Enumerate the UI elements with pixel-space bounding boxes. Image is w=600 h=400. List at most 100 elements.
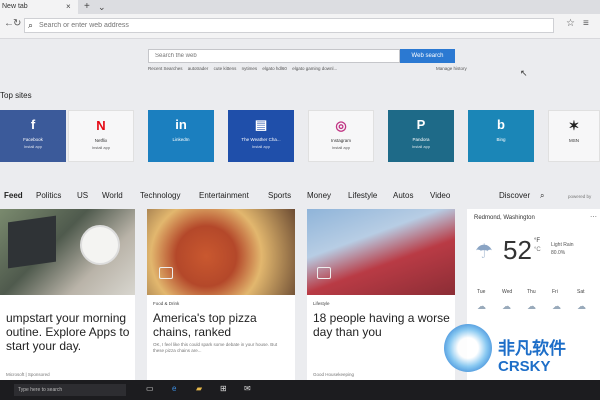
address-bar[interactable]: ⌕ bbox=[24, 18, 554, 33]
settings-icon[interactable]: ⋯ bbox=[590, 213, 597, 221]
top-site-tile-facebook[interactable]: f Facebook Install app bbox=[0, 110, 66, 162]
nav-item-video[interactable]: Video bbox=[430, 191, 450, 200]
watermark-cn: 非凡软件 bbox=[498, 339, 566, 358]
top-site-tile-bing[interactable]: b Bing bbox=[468, 110, 534, 162]
nav-item-us[interactable]: US bbox=[77, 191, 88, 200]
file-explorer-icon[interactable]: ▰ bbox=[196, 384, 202, 393]
top-sites-title: Top sites bbox=[0, 91, 32, 100]
install-app-label: Install app bbox=[251, 144, 271, 149]
reading-list-icon[interactable]: ☆ bbox=[566, 18, 575, 29]
tile-label: Instagram bbox=[330, 138, 351, 143]
nav-item-lifestyle[interactable]: Lifestyle bbox=[348, 191, 377, 200]
top-site-tile-msn[interactable]: ✶ MSN bbox=[548, 110, 600, 162]
card-title-line: 18 people having a worse bbox=[313, 311, 450, 325]
web-search-input[interactable] bbox=[155, 50, 395, 62]
card-title-line: America's top pizza bbox=[153, 311, 257, 325]
temperature: 52 bbox=[503, 235, 532, 265]
precipitation: 80.0% bbox=[551, 250, 566, 256]
powered-by-label: powered by bbox=[568, 194, 592, 199]
facebook-icon: f bbox=[30, 117, 36, 132]
mail-icon[interactable]: ✉ bbox=[244, 384, 251, 393]
card-title-line: chains, ranked bbox=[153, 325, 232, 339]
search-icon[interactable]: ⌕ bbox=[540, 191, 544, 201]
windows-taskbar: Type here to search ▭ e ▰ ⊞ ✉ bbox=[0, 380, 600, 400]
card-title: 18 people having a worse day than you bbox=[313, 311, 450, 339]
news-card[interactable]: umpstart your morning outine. Explore Ap… bbox=[0, 209, 135, 380]
refresh-icon[interactable]: ↻ bbox=[13, 18, 21, 29]
discover-link[interactable]: Discover bbox=[499, 191, 530, 200]
card-title: America's top pizza chains, ranked bbox=[153, 311, 257, 339]
mouse-cursor-icon: ↖ bbox=[520, 68, 528, 78]
recent-search-item[interactable]: cute kittens bbox=[214, 66, 237, 71]
recent-search-item[interactable]: elgato gaming downl... bbox=[292, 66, 337, 71]
task-view-icon[interactable]: ▭ bbox=[146, 384, 154, 393]
forecast-day: Fri bbox=[552, 289, 558, 295]
news-card[interactable]: Food & Drink America's top pizza chains,… bbox=[147, 209, 295, 380]
nav-item-autos[interactable]: Autos bbox=[393, 191, 413, 200]
coffee-cup-shape bbox=[80, 225, 120, 265]
temperature-unit-c[interactable]: °C bbox=[534, 247, 541, 253]
tile-label: The Weather Cha... bbox=[241, 137, 281, 142]
nav-item-money[interactable]: Money bbox=[307, 191, 331, 200]
new-tab-page: Web search Recent Searches autotrader cu… bbox=[0, 39, 600, 381]
rain-cloud-icon: ☂ bbox=[475, 241, 493, 263]
laptop-shape bbox=[8, 215, 56, 269]
search-icon: ⌕ bbox=[28, 20, 34, 30]
recent-search-item[interactable]: nytimes bbox=[242, 66, 258, 71]
top-site-tile-netflix[interactable]: N Netflix Install app bbox=[68, 110, 134, 162]
recent-search-item[interactable]: autotrader bbox=[188, 66, 209, 71]
image-gallery-icon bbox=[159, 267, 173, 279]
card-image bbox=[0, 209, 135, 295]
top-site-tile-instagram[interactable]: ◎ Instagram Install app bbox=[308, 110, 374, 162]
temperature-unit-f[interactable]: °F bbox=[534, 238, 540, 244]
card-source: Microsoft | Sponsored bbox=[6, 372, 50, 377]
new-tab-button[interactable]: + bbox=[84, 0, 90, 14]
taskbar-search[interactable]: Type here to search bbox=[14, 384, 126, 396]
store-icon[interactable]: ⊞ bbox=[220, 384, 227, 393]
forecast-day: Wed bbox=[502, 289, 513, 295]
nav-item-entertainment[interactable]: Entertainment bbox=[199, 191, 249, 200]
pandora-icon: P bbox=[416, 117, 426, 132]
top-site-tile-weather-channel[interactable]: ▤ The Weather Cha... Install app bbox=[228, 110, 294, 162]
tab-close-icon[interactable]: × bbox=[66, 0, 71, 14]
card-title-line: outine. Explore Apps to bbox=[6, 325, 130, 339]
linkedin-icon: in bbox=[175, 117, 187, 132]
nav-item-feed[interactable]: Feed bbox=[4, 191, 23, 200]
weather-location: Redmond, Washington bbox=[474, 215, 535, 221]
recent-searches: Recent Searches autotrader cute kittens … bbox=[148, 66, 468, 71]
nav-item-world[interactable]: World bbox=[102, 191, 123, 200]
weather-channel-icon: ▤ bbox=[254, 117, 268, 132]
address-input[interactable] bbox=[39, 19, 539, 32]
bing-icon: b bbox=[497, 117, 505, 132]
web-search-button[interactable]: Web search bbox=[400, 49, 455, 63]
install-app-label: Install app bbox=[331, 145, 351, 150]
tile-label: LinkedIn bbox=[172, 137, 190, 142]
card-source: Good Housekeeping bbox=[313, 372, 355, 377]
recent-search-item[interactable]: elgato hdl60 bbox=[262, 66, 287, 71]
address-toolbar: ← ↻ ⌕ ☆ ≡ bbox=[0, 14, 600, 39]
nav-item-sports[interactable]: Sports bbox=[268, 191, 291, 200]
tile-label: Netflix bbox=[94, 138, 108, 143]
forecast-cloud-icon: ☁ bbox=[577, 301, 586, 311]
news-card[interactable]: Lifestyle 18 people having a worse day t… bbox=[307, 209, 455, 380]
tile-label: Facebook bbox=[23, 137, 43, 142]
card-category: Lifestyle bbox=[313, 301, 330, 306]
top-site-tile-linkedin[interactable]: in LinkedIn bbox=[148, 110, 214, 162]
card-image bbox=[307, 209, 455, 295]
tab-list-chevron-icon[interactable]: ⌄ bbox=[98, 0, 106, 14]
top-site-tile-pandora[interactable]: P Pandora Install app bbox=[388, 110, 454, 162]
edge-icon[interactable]: e bbox=[172, 384, 176, 393]
tab-title: New tab bbox=[2, 3, 28, 10]
nav-item-technology[interactable]: Technology bbox=[140, 191, 180, 200]
forecast-day: Tue bbox=[477, 289, 486, 295]
nav-item-politics[interactable]: Politics bbox=[36, 191, 61, 200]
web-search-box[interactable] bbox=[148, 49, 400, 63]
card-image bbox=[147, 209, 295, 295]
menu-icon[interactable]: ≡ bbox=[583, 18, 589, 29]
tab-bar: New tab × + ⌄ bbox=[0, 0, 600, 14]
manage-history-link[interactable]: Manage history bbox=[436, 66, 467, 71]
recent-searches-label: Recent Searches bbox=[148, 66, 183, 71]
instagram-icon: ◎ bbox=[335, 118, 347, 133]
weather-condition: Light Rain bbox=[551, 242, 574, 248]
watermark-en: CRSKY bbox=[498, 358, 551, 375]
